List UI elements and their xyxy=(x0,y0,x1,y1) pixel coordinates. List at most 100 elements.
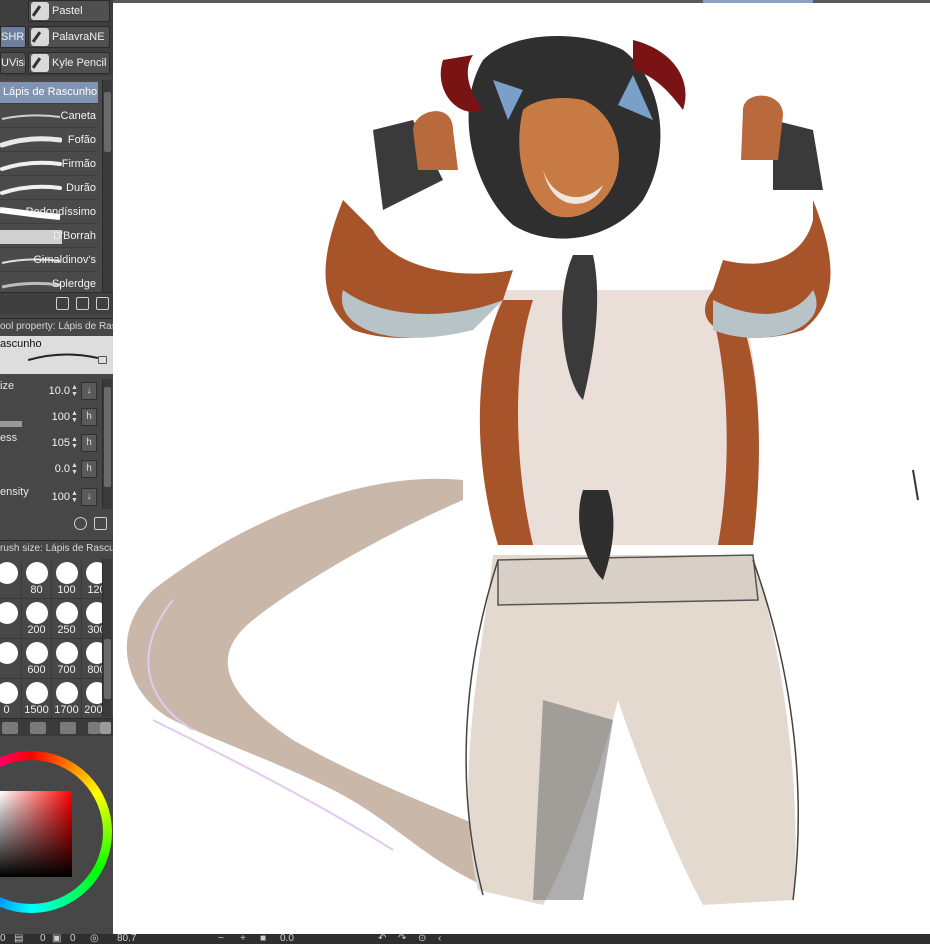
brush-label: Caneta xyxy=(60,110,96,122)
pastel-icon xyxy=(31,2,49,20)
brush-size-dot xyxy=(0,682,18,704)
property-value[interactable]: 0.0 xyxy=(55,463,70,475)
subtool-kyle-pencil[interactable]: Kyle Pencil xyxy=(28,52,110,74)
scrollbar-thumb[interactable] xyxy=(104,639,111,699)
counter-icon: ▣ xyxy=(52,933,62,944)
brush-size-cell[interactable]: 250 xyxy=(52,599,82,639)
spin-arrows-icon[interactable]: ▲ ▼ xyxy=(71,462,78,476)
brush-item[interactable]: Gimaldinov's xyxy=(0,250,98,272)
chevron-down-icon[interactable] xyxy=(100,722,111,734)
scrollbar-thumb[interactable] xyxy=(104,387,111,487)
brush-item[interactable]: Lápis de Rascunho xyxy=(0,82,98,104)
zoom-value[interactable]: 80.7 xyxy=(117,933,136,944)
scrollbar-thumb[interactable] xyxy=(104,92,111,152)
tool-property-panel: ool property: Lápis de Ras ascunho ize 1… xyxy=(0,318,113,536)
property-value[interactable]: 100 xyxy=(52,491,70,503)
property-row-density[interactable]: ensity 100 ▲ ▼ ↓ xyxy=(0,486,100,511)
property-row-hardness[interactable]: ess 105 ▲ ▼ h xyxy=(0,432,100,457)
subtool-label: PalavraNE xyxy=(52,31,105,43)
brush-size-dot xyxy=(25,682,48,704)
curve-icon[interactable]: h xyxy=(81,434,97,452)
brush-item[interactable]: Firmão xyxy=(0,154,98,176)
minus-icon[interactable]: − xyxy=(218,933,224,944)
color-slider-tab-icon[interactable] xyxy=(30,722,46,734)
property-row-size[interactable]: ize 10.0 ▲ ▼ ↓ xyxy=(0,380,100,405)
brush-size-cell[interactable] xyxy=(0,599,22,639)
brush-size-cell[interactable]: 600 xyxy=(22,639,52,679)
artwork-illustration xyxy=(126,36,919,905)
brush-list-scrollbar[interactable] xyxy=(102,80,112,293)
subtool-label: Pastel xyxy=(52,5,83,17)
lock-icon[interactable] xyxy=(98,356,107,364)
brush-item[interactable]: Caneta xyxy=(0,106,98,128)
subtool-label: UVisi xyxy=(1,57,26,69)
color-wheel-tab-icon[interactable] xyxy=(2,722,18,734)
subtool-label: Kyle Pencil xyxy=(52,57,107,69)
property-row[interactable]: 100 ▲ ▼ h xyxy=(0,407,100,431)
brush-size-cell[interactable]: 0 xyxy=(0,679,22,719)
subtool-uvisi[interactable]: UVisi xyxy=(0,52,26,74)
spin-arrows-icon[interactable]: ▲ ▼ xyxy=(71,384,78,398)
saturation-value-square[interactable] xyxy=(0,791,72,877)
brush-item[interactable]: Redondíssimo xyxy=(0,202,98,224)
property-value[interactable]: 105 xyxy=(52,437,70,449)
spin-arrows-icon[interactable]: ▲ ▼ xyxy=(71,490,78,504)
brush-size-dot xyxy=(25,602,48,624)
brush-item[interactable]: D'Borrah xyxy=(0,226,98,248)
brush-stroke-preview xyxy=(0,160,62,171)
download-icon[interactable] xyxy=(56,297,69,310)
subtool-shru[interactable]: SHRU xyxy=(0,26,26,48)
brush-size-cell[interactable]: 1500 xyxy=(22,679,52,719)
angle-value[interactable]: 0.0 xyxy=(280,933,294,944)
brush-item[interactable]: Fofão xyxy=(0,130,98,152)
brush-size-scrollbar[interactable] xyxy=(102,559,112,717)
wrench-icon[interactable] xyxy=(94,517,107,530)
brush-label: D'Borrah xyxy=(52,230,96,242)
subtool-palavrane[interactable]: PalavraNE xyxy=(28,26,110,48)
brush-size-cell[interactable]: 80 xyxy=(22,559,52,599)
undo-icon[interactable]: ↶ xyxy=(378,933,386,944)
subtool-pastel[interactable]: Pastel xyxy=(28,0,110,22)
counter-icon: ▤ xyxy=(14,933,24,944)
property-value[interactable]: 100 xyxy=(52,411,70,423)
property-row[interactable]: 0.0 ▲ ▼ h xyxy=(0,459,100,483)
curve-icon[interactable]: h xyxy=(81,460,97,478)
copy-icon[interactable] xyxy=(76,297,89,310)
brush-size-cell[interactable]: 1700 xyxy=(52,679,82,719)
redo-icon[interactable]: ↷ xyxy=(398,933,406,944)
panel-title: rush size: Lápis de Rascun xyxy=(0,543,113,554)
navigator-icon[interactable]: ◎ xyxy=(90,933,99,944)
property-slider[interactable] xyxy=(0,421,22,427)
chevron-left-icon[interactable]: ‹ xyxy=(438,933,441,944)
property-value[interactable]: 10.0 xyxy=(49,385,70,397)
left-panel: Pastel SHRU PalavraNE UVisi Kyle Pencil … xyxy=(0,0,113,934)
fit-icon[interactable]: ■ xyxy=(260,933,266,944)
brush-label: Redondíssimo xyxy=(25,206,96,218)
color-history-tab-icon[interactable] xyxy=(88,722,100,734)
brush-size-cell[interactable]: 100 xyxy=(52,559,82,599)
brush-size-dot xyxy=(55,602,78,624)
tool-property-scrollbar[interactable] xyxy=(102,379,112,509)
brush-size-dot xyxy=(0,602,18,624)
color-set-tab-icon[interactable] xyxy=(60,722,76,734)
curve-icon[interactable]: h xyxy=(81,408,97,426)
brush-size-label: 0 xyxy=(3,704,10,716)
reset-icon[interactable]: ⊙ xyxy=(418,933,426,944)
brush-size-cell[interactable]: 200 xyxy=(22,599,52,639)
pressure-icon[interactable]: ↓ xyxy=(81,488,97,506)
plus-icon[interactable]: + xyxy=(240,933,246,944)
spin-arrows-icon[interactable]: ▲ ▼ xyxy=(71,436,78,450)
brush-size-cell[interactable] xyxy=(0,639,22,679)
pressure-icon[interactable]: ↓ xyxy=(81,382,97,400)
brush-item[interactable]: Durão xyxy=(0,178,98,200)
brush-preview: ascunho xyxy=(0,336,113,374)
brush-size-cell[interactable]: 700 xyxy=(52,639,82,679)
spin-arrows-icon[interactable]: ▲ ▼ xyxy=(71,410,78,424)
settings-icon[interactable] xyxy=(74,517,87,530)
trash-icon[interactable] xyxy=(96,297,109,310)
preview-label: ascunho xyxy=(0,338,42,350)
brush-label: Splerdge xyxy=(51,278,96,290)
canvas[interactable] xyxy=(113,0,930,934)
brush-size-cell[interactable] xyxy=(0,559,22,599)
layer-counter: 0 xyxy=(70,933,76,944)
